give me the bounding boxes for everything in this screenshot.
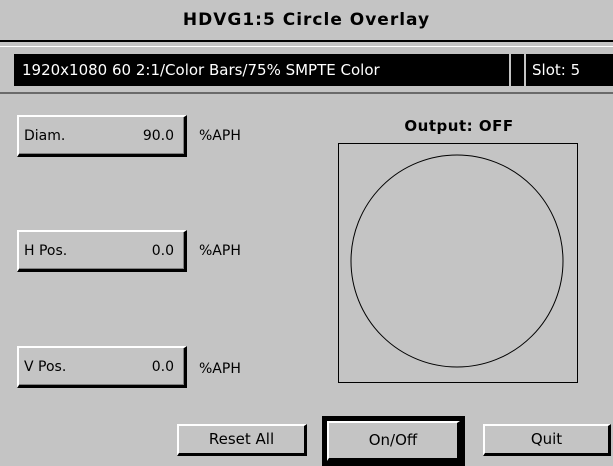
preview-frame — [338, 143, 578, 383]
slot-readout: Slot: 5 — [524, 54, 613, 86]
overlay-circle — [350, 154, 564, 368]
reset-all-button[interactable]: Reset All — [177, 424, 307, 456]
diameter-unit: %APH — [199, 128, 241, 144]
quit-button[interactable]: Quit — [483, 424, 611, 456]
circle-preview — [338, 143, 578, 383]
hpos-label: H Pos. — [24, 243, 68, 259]
title-bar: HDVG1:5 Circle Overlay — [0, 0, 613, 42]
vpos-unit: %APH — [199, 361, 241, 377]
status-box: 1920x1080 60 2:1/Color Bars/75% SMPTE Co… — [14, 54, 613, 86]
window-title: HDVG1:5 Circle Overlay — [182, 10, 431, 30]
format-readout: 1920x1080 60 2:1/Color Bars/75% SMPTE Co… — [14, 54, 511, 86]
on-off-button[interactable]: On/Off — [327, 421, 460, 461]
vpos-label: V Pos. — [24, 359, 67, 375]
vpos-value: 0.0 — [151, 359, 174, 375]
diameter-button[interactable]: Diam. 90.0 — [17, 115, 187, 157]
hpos-value: 0.0 — [151, 243, 174, 259]
diameter-value: 90.0 — [142, 128, 174, 144]
status-bar: 1920x1080 60 2:1/Color Bars/75% SMPTE Co… — [0, 46, 613, 94]
hpos-unit: %APH — [199, 243, 241, 259]
vpos-button[interactable]: V Pos. 0.0 — [17, 346, 187, 388]
hpos-button[interactable]: H Pos. 0.0 — [17, 230, 187, 272]
diameter-label: Diam. — [24, 128, 66, 144]
output-status: Output: OFF — [404, 117, 514, 135]
